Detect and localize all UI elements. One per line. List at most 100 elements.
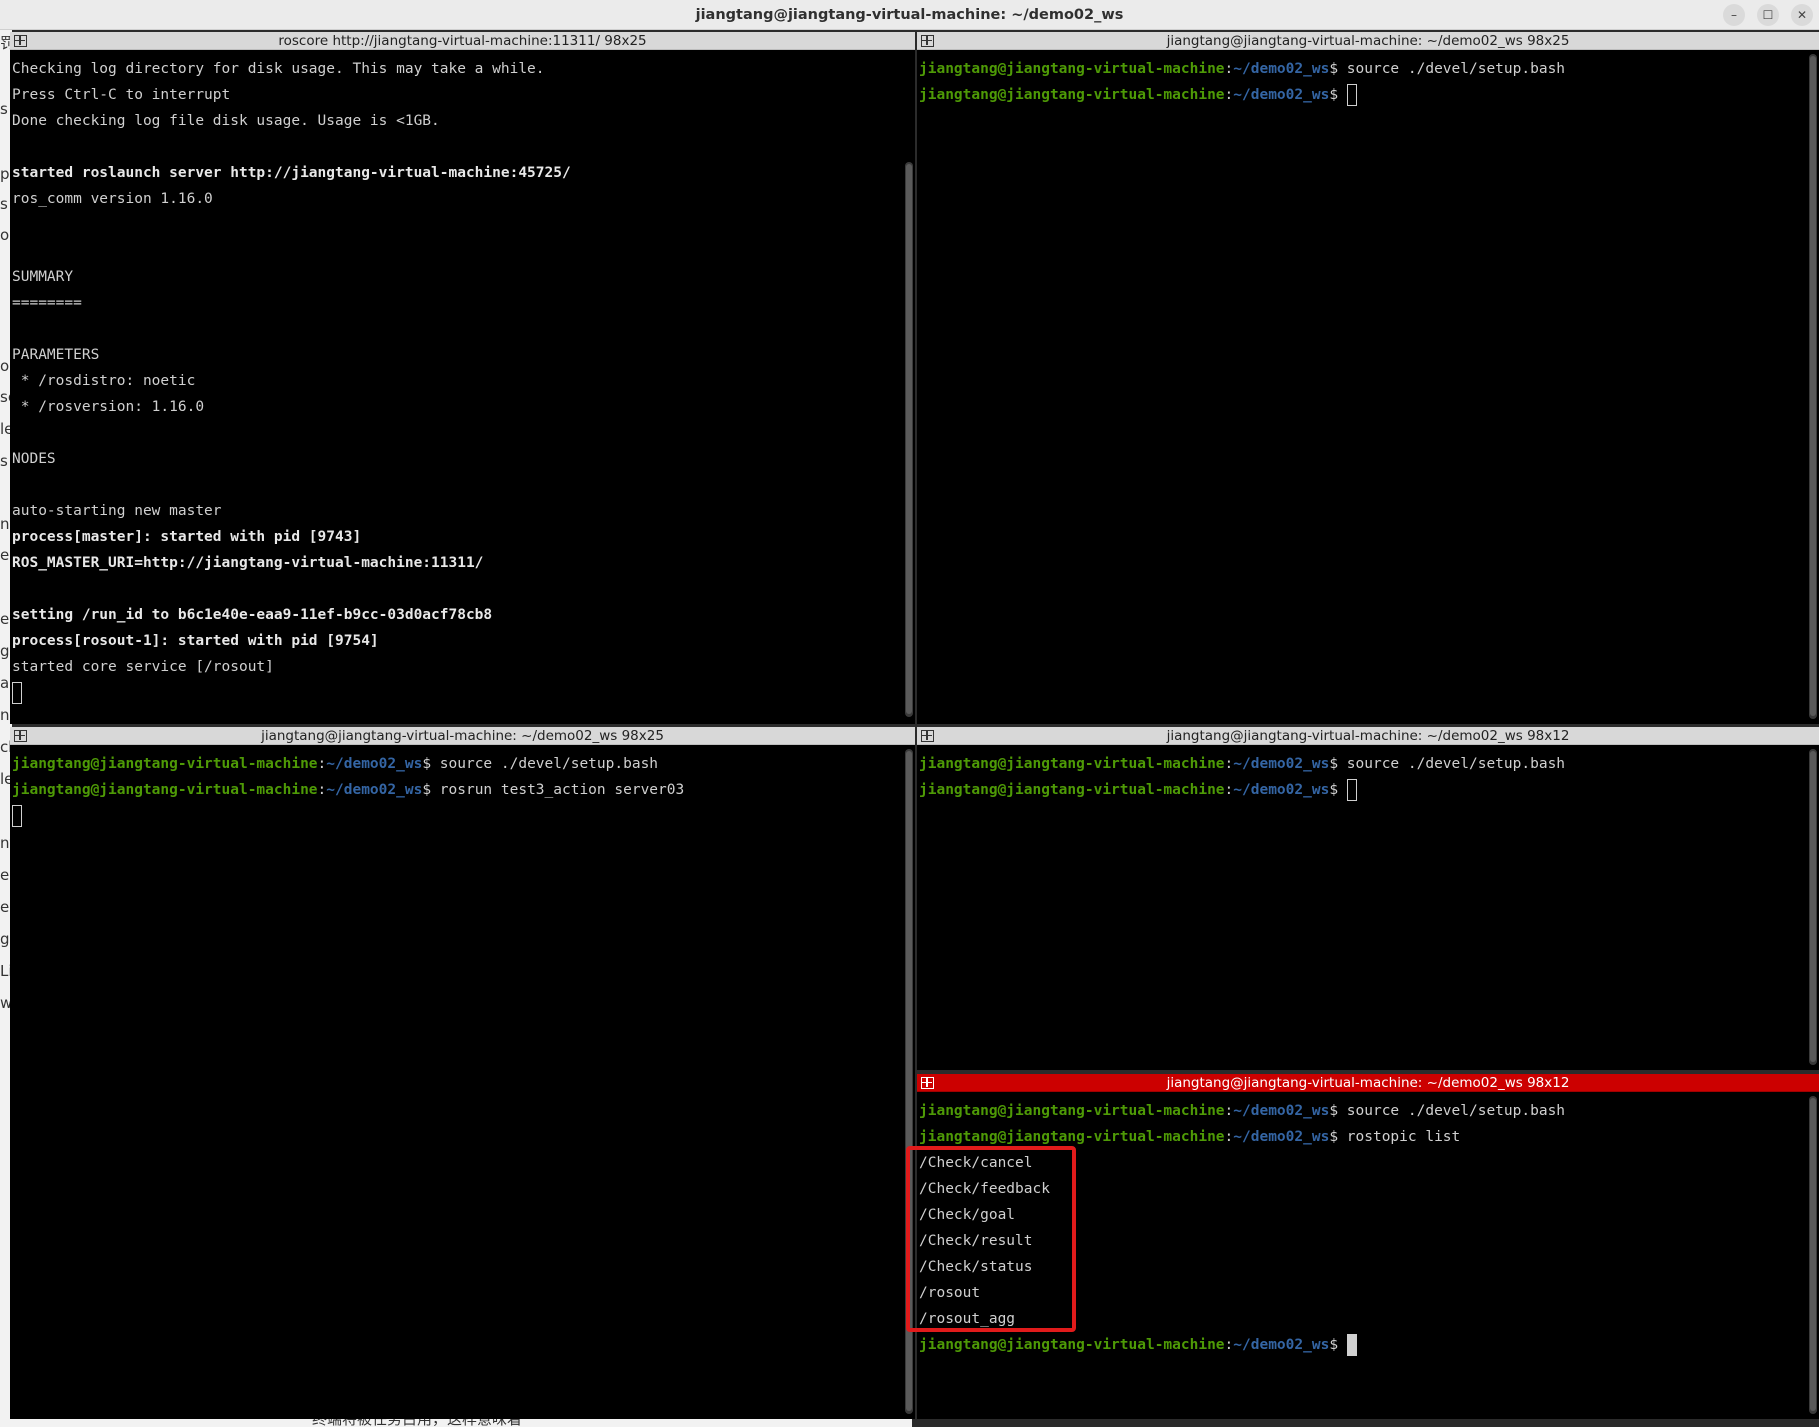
- text-cursor: [12, 682, 22, 704]
- background-text: g: [0, 930, 10, 948]
- close-icon[interactable]: ✕: [1791, 4, 1813, 26]
- background-text: s: [0, 195, 8, 213]
- background-text: e: [0, 898, 10, 916]
- prompt-line: jiangtang@jiangtang-virtual-machine:~/de…: [12, 782, 685, 798]
- scrollbar-thumb[interactable]: [906, 751, 912, 1411]
- scrollbar[interactable]: [1809, 1096, 1817, 1414]
- window-controls: – ☐ ✕: [1723, 4, 1813, 26]
- scrollbar-thumb[interactable]: [906, 164, 912, 714]
- pane-header[interactable]: roscore http://jiangtang-virtual-machine…: [10, 32, 915, 50]
- scrollbar[interactable]: [905, 162, 913, 717]
- command-text: source ./devel/setup.bash: [1346, 61, 1566, 77]
- scrollbar[interactable]: [905, 749, 913, 1414]
- topic-item: /Check/cancel: [919, 1155, 1033, 1171]
- topic-item: /rosout_agg: [919, 1311, 1016, 1327]
- command-text: source ./devel/setup.bash: [1346, 1103, 1566, 1119]
- command-text: rosrun test3_action server03: [439, 782, 685, 798]
- terminal-pane-server[interactable]: jiangtang@jiangtang-virtual-machine: ~/d…: [10, 727, 915, 1419]
- prompt-line: jiangtang@jiangtang-virtual-machine:~/de…: [919, 777, 1805, 803]
- text-cursor: [1346, 84, 1357, 106]
- pane-header[interactable]: jiangtang@jiangtang-virtual-machine: ~/d…: [10, 727, 915, 745]
- prompt-line: jiangtang@jiangtang-virtual-machine:~/de…: [919, 82, 1805, 108]
- command-text: source ./devel/setup.bash: [439, 756, 659, 772]
- cursor-line: [12, 680, 901, 706]
- scrollbar[interactable]: [1809, 749, 1817, 1065]
- scrollbar-thumb[interactable]: [1810, 56, 1816, 716]
- output-line: PARAMETERS: [12, 347, 100, 363]
- pane-header-active[interactable]: jiangtang@jiangtang-virtual-machine: ~/d…: [917, 1074, 1819, 1092]
- pane-title: roscore http://jiangtang-virtual-machine…: [278, 33, 647, 49]
- prompt-line: jiangtang@jiangtang-virtual-machine:~/de…: [919, 1103, 1566, 1119]
- terminal-split-icon[interactable]: [921, 35, 934, 47]
- output-line: setting /run_id to b6c1e40e-eaa9-11ef-b9…: [12, 607, 493, 623]
- output-line: * /rosdistro: noetic: [12, 373, 196, 389]
- output-line: NODES: [12, 451, 56, 467]
- prompt-line: jiangtang@jiangtang-virtual-machine:~/de…: [919, 61, 1566, 77]
- background-window-bottom: 终端将被任务占用，这样意味着: [12, 1418, 912, 1427]
- terminal-output[interactable]: jiangtang@jiangtang-virtual-machine:~/de…: [917, 746, 1805, 1070]
- output-line: ROS_MASTER_URI=http://jiangtang-virtual-…: [12, 555, 484, 571]
- terminal-pane-top-right[interactable]: jiangtang@jiangtang-virtual-machine: ~/d…: [917, 32, 1819, 724]
- terminal-split-icon[interactable]: [14, 730, 27, 742]
- output-line: * /rosversion: 1.16.0: [12, 399, 205, 415]
- background-text: g: [0, 642, 10, 660]
- text-cursor: [1346, 779, 1357, 801]
- pane-title: jiangtang@jiangtang-virtual-machine: ~/d…: [261, 728, 664, 744]
- text-cursor: [12, 805, 22, 827]
- pane-header[interactable]: jiangtang@jiangtang-virtual-machine: ~/d…: [917, 727, 1819, 745]
- prompt-line: jiangtang@jiangtang-virtual-machine:~/de…: [919, 1129, 1461, 1145]
- window-titlebar[interactable]: jiangtang@jiangtang-virtual-machine: ~/d…: [0, 0, 1819, 30]
- background-text: o: [0, 226, 10, 244]
- maximize-icon[interactable]: ☐: [1757, 4, 1779, 26]
- output-line: ========: [12, 295, 82, 311]
- terminal-split-icon[interactable]: [921, 730, 934, 742]
- background-text: e: [0, 546, 10, 564]
- output-line: Press Ctrl-C to interrupt: [12, 87, 231, 103]
- command-text: source ./devel/setup.bash: [1346, 756, 1566, 772]
- output-line: started core service [/rosout]: [12, 659, 274, 675]
- terminal-split-icon[interactable]: [14, 35, 27, 47]
- topic-item: /Check/result: [919, 1233, 1033, 1249]
- background-text: p: [0, 165, 10, 183]
- scrollbar-thumb[interactable]: [1810, 751, 1816, 1062]
- background-text: 终端将被任务占用，这样意味着: [312, 1418, 523, 1427]
- cursor-line: [12, 803, 901, 829]
- scrollbar-thumb[interactable]: [1810, 1098, 1816, 1411]
- minimize-icon[interactable]: –: [1723, 4, 1745, 26]
- output-line: process[rosout-1]: started with pid [975…: [12, 633, 379, 649]
- terminal-output[interactable]: jiangtang@jiangtang-virtual-machine:~/de…: [917, 1093, 1805, 1419]
- terminal-pane-topics[interactable]: jiangtang@jiangtang-virtual-machine: ~/d…: [917, 1074, 1819, 1419]
- background-text: s: [0, 100, 8, 118]
- background-text: e: [0, 866, 10, 884]
- topic-list: /Check/cancel/Check/feedback/Check/goal /…: [919, 1150, 1805, 1332]
- pane-title: jiangtang@jiangtang-virtual-machine: ~/d…: [1166, 33, 1570, 49]
- output-line: ros_comm version 1.16.0: [12, 191, 213, 207]
- window-title: jiangtang@jiangtang-virtual-machine: ~/d…: [695, 7, 1124, 23]
- scrollbar[interactable]: [1809, 54, 1817, 719]
- terminal-pane-middle-right[interactable]: jiangtang@jiangtang-virtual-machine: ~/d…: [917, 727, 1819, 1070]
- prompt-line: jiangtang@jiangtang-virtual-machine:~/de…: [919, 756, 1566, 772]
- pane-header[interactable]: jiangtang@jiangtang-virtual-machine: ~/d…: [917, 32, 1819, 50]
- command-text: rostopic list: [1346, 1129, 1461, 1145]
- output-line: Checking log directory for disk usage. T…: [12, 61, 545, 77]
- topic-item: /Check/feedback: [919, 1181, 1050, 1197]
- terminal-pane-roscore[interactable]: roscore http://jiangtang-virtual-machine…: [10, 32, 915, 724]
- prompt-line: jiangtang@jiangtang-virtual-machine:~/de…: [12, 756, 659, 772]
- background-text: n: [0, 706, 10, 724]
- output-line: auto-starting new master: [12, 503, 222, 519]
- terminal-output[interactable]: jiangtang@jiangtang-virtual-machine:~/de…: [917, 51, 1805, 724]
- background-text: e: [0, 610, 10, 628]
- terminal-output[interactable]: Checking log directory for disk usage. T…: [10, 51, 901, 724]
- prompt-line: jiangtang@jiangtang-virtual-machine:~/de…: [919, 1332, 1805, 1358]
- terminal-output[interactable]: jiangtang@jiangtang-virtual-machine:~/de…: [10, 746, 901, 1419]
- topic-item: /rosout: [919, 1285, 981, 1301]
- output-line: process[master]: started with pid [9743]: [12, 529, 362, 545]
- terminal-split-icon[interactable]: [921, 1077, 934, 1089]
- output-line: SUMMARY: [12, 269, 74, 285]
- text-cursor: [1346, 1334, 1357, 1356]
